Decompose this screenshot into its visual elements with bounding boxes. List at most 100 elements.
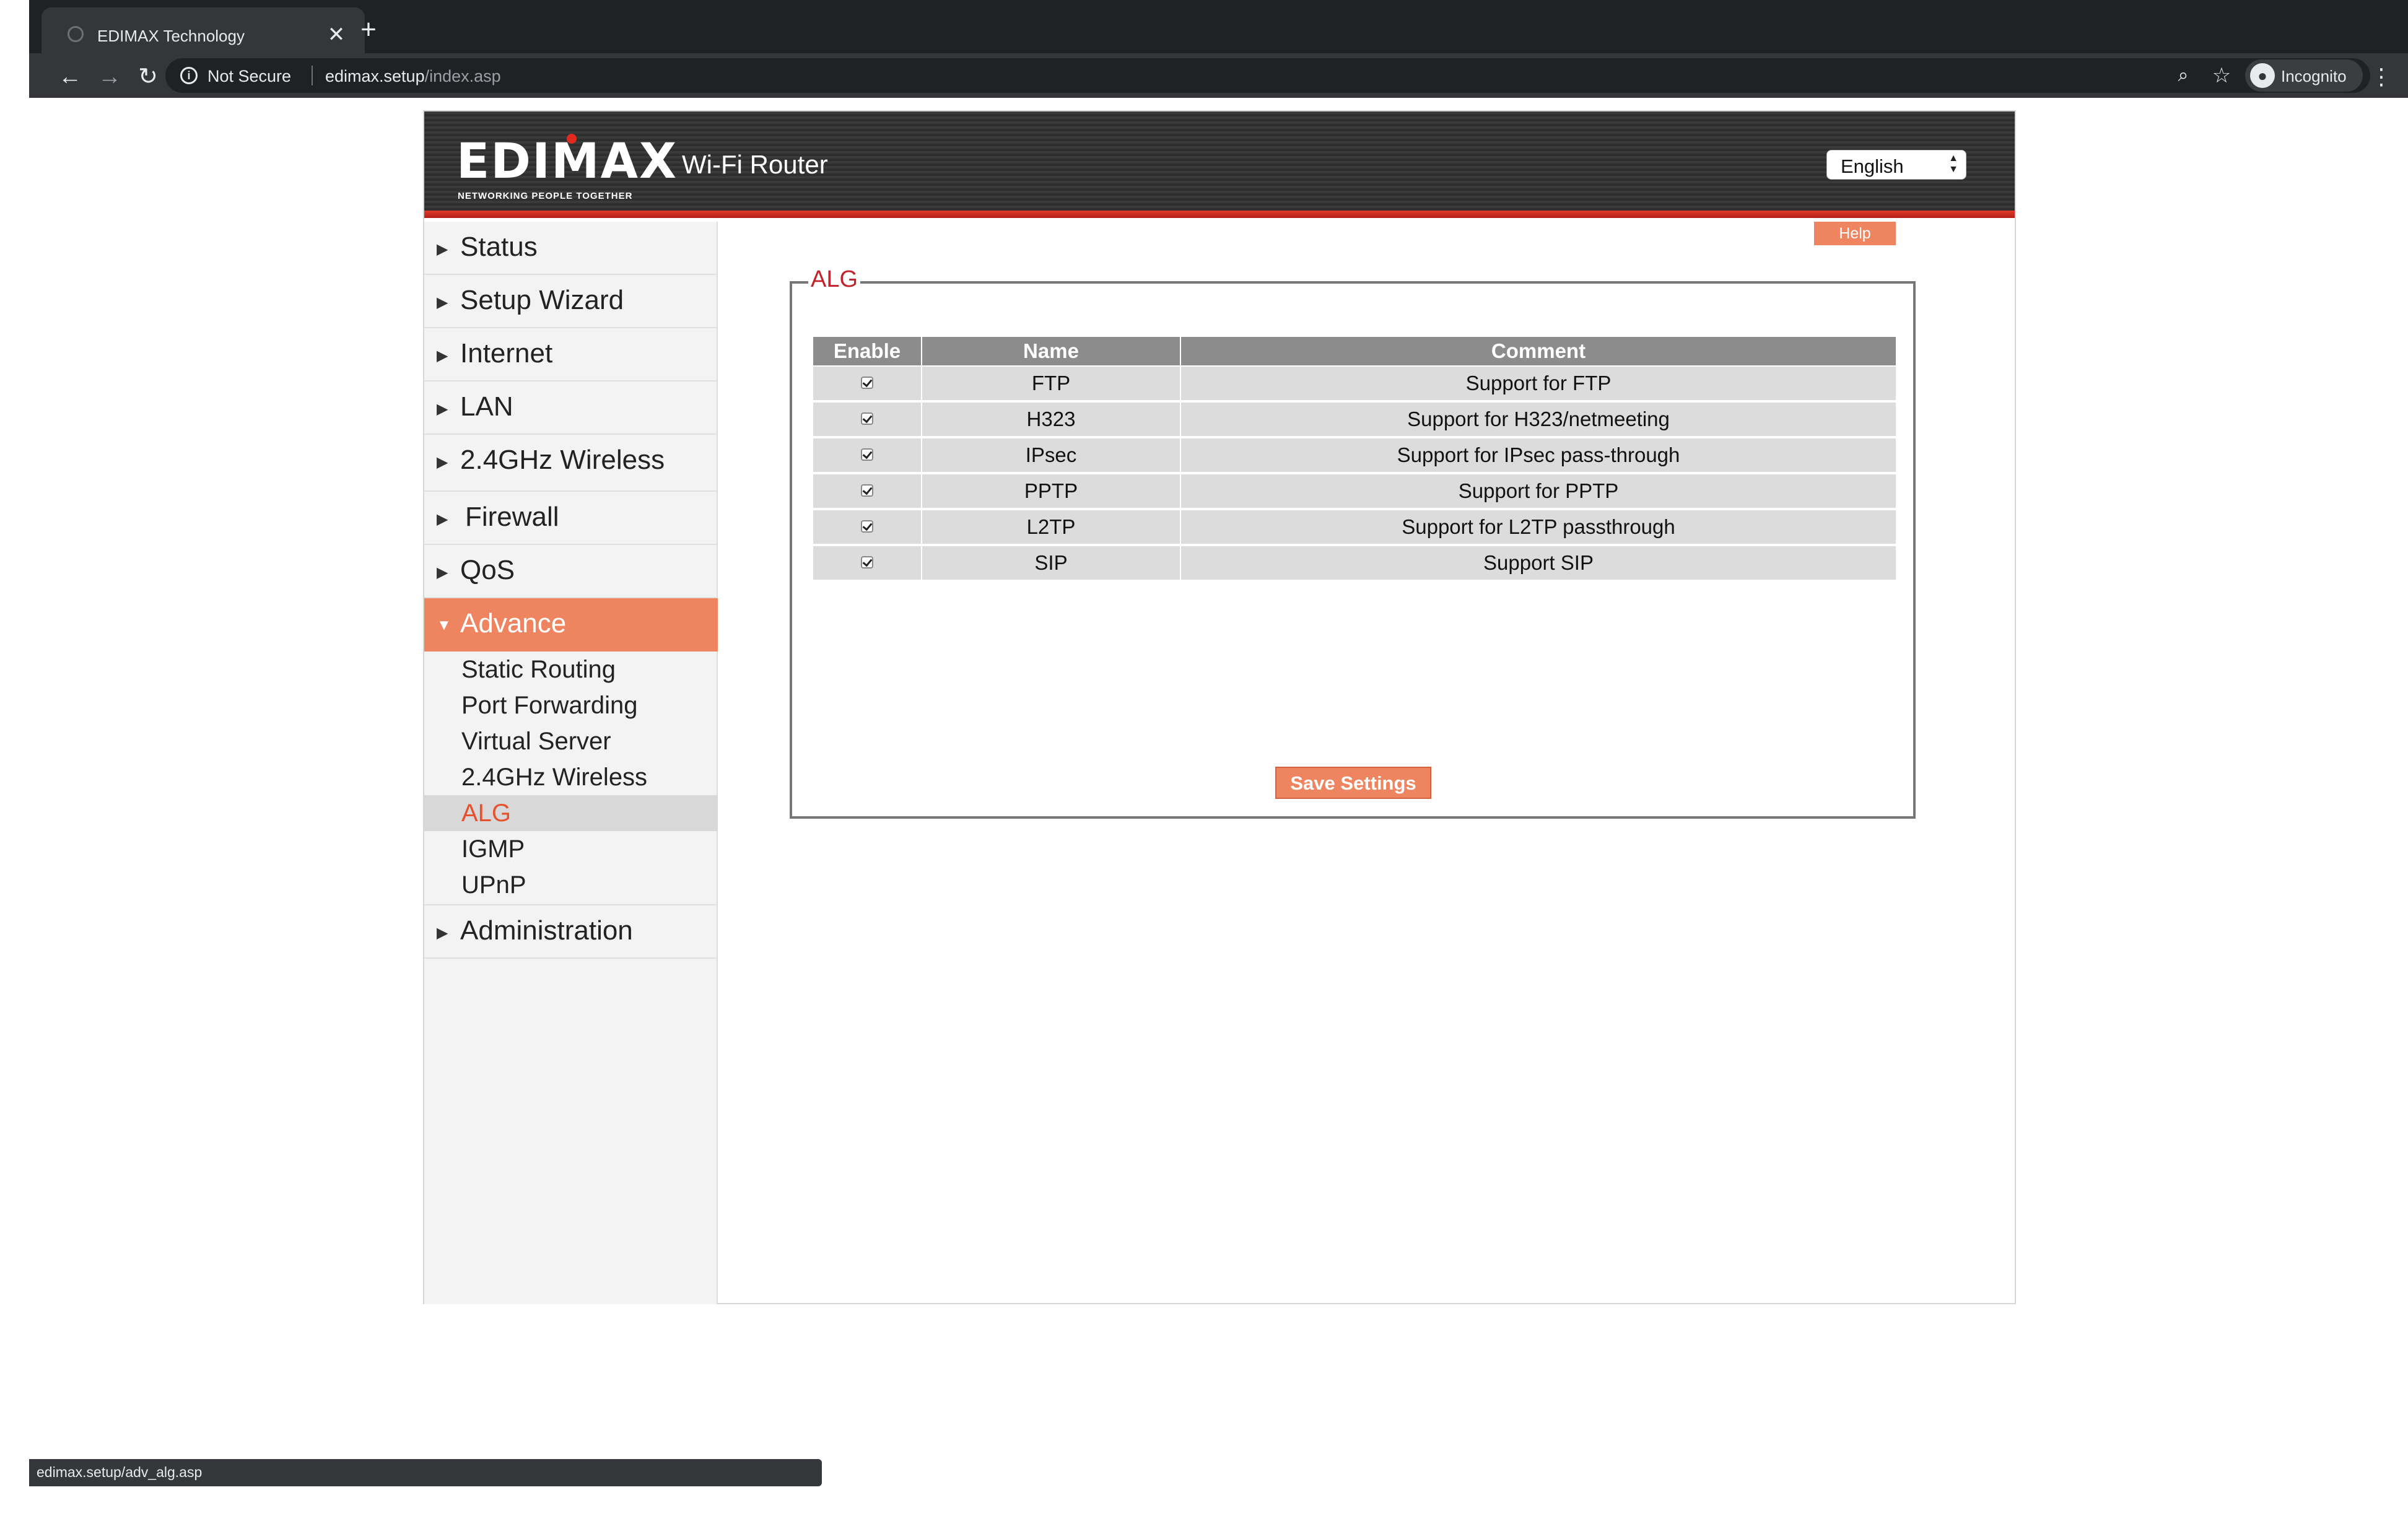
enable-cell [813, 438, 922, 473]
url-text[interactable]: edimax.setup/index.asp [325, 67, 501, 86]
reload-button[interactable]: ↻ [131, 59, 165, 94]
sidebar-item-status[interactable]: ▶ Status [424, 222, 718, 275]
sidebar-subitem-label: ALG [461, 800, 512, 827]
incognito-icon: ● [2250, 63, 2275, 88]
sidebar-item-label: Setup Wizard [460, 285, 624, 315]
tab-title: EDIMAX Technology [97, 27, 245, 45]
enable-checkbox[interactable] [861, 520, 873, 533]
language-select[interactable]: English ▲ ▼ [1826, 150, 1966, 180]
table-row: SIP Support SIP [813, 546, 1896, 582]
triangle-right-icon: ▶ [437, 925, 448, 941]
sidebar-subitem-label: Virtual Server [461, 728, 611, 755]
sidebar-item-label: Status [460, 232, 538, 262]
help-button[interactable]: Help [1814, 222, 1896, 245]
sidebar-subitem-label: UPnP [461, 871, 526, 899]
sidebar-subitem-virtual-server[interactable]: Virtual Server [424, 723, 718, 759]
enable-cell [813, 546, 922, 581]
logo-text: EDIMAX [456, 134, 678, 190]
sidebar-subitem-port-forwarding[interactable]: Port Forwarding [424, 687, 718, 723]
logo-tagline: NETWORKING PEOPLE TOGETHER [458, 191, 633, 201]
table-row: PPTP Support for PPTP [813, 474, 1896, 510]
edimax-logo: EDIMAX NETWORKING PEOPLE TOGETHER [456, 134, 676, 208]
new-tab-button[interactable]: + [350, 12, 387, 50]
product-title: Wi-Fi Router [682, 150, 828, 179]
browser-status-bar: edimax.setup/adv_alg.asp [29, 1459, 822, 1486]
table-row: H323 Support for H323/netmeeting [813, 403, 1896, 438]
name-cell: PPTP [922, 474, 1181, 509]
save-settings-button[interactable]: Save Settings [1275, 767, 1431, 799]
name-cell: FTP [922, 367, 1181, 401]
sidebar-item-label: QoS [460, 555, 515, 585]
comment-cell: Support SIP [1181, 546, 1896, 581]
address-bar[interactable]: i Not Secure edimax.setup/index.asp ⌕ ☆ … [165, 58, 2370, 93]
security-label[interactable]: Not Secure [207, 67, 291, 86]
enable-checkbox[interactable] [861, 412, 873, 425]
column-header-comment: Comment [1181, 337, 1896, 367]
back-button[interactable]: ← [53, 59, 87, 94]
sidebar-item-advance[interactable]: ▼ Advance [424, 598, 718, 652]
sidebar-subitem-label: IGMP [461, 835, 525, 863]
sidebar-item-label: Administration [460, 915, 633, 946]
forward-button[interactable]: → [92, 59, 127, 94]
triangle-right-icon: ▶ [437, 294, 448, 311]
sidebar-item-label: Firewall [465, 502, 559, 532]
triangle-right-icon: ▶ [437, 454, 448, 471]
enable-cell [813, 367, 922, 401]
browser-chrome: EDIMAX Technology ✕ + ← → ↻ i Not Secure… [29, 0, 2408, 98]
header-accent-line [424, 211, 2015, 218]
select-arrows-icon: ▲ ▼ [1948, 153, 1958, 175]
logo-dot [567, 134, 577, 144]
enable-cell [813, 474, 922, 509]
browser-tab[interactable]: EDIMAX Technology ✕ [41, 7, 365, 53]
sidebar-subitem-igmp[interactable]: IGMP [424, 831, 718, 867]
sidebar-subitem-label: Port Forwarding [461, 692, 638, 719]
name-cell: SIP [922, 546, 1181, 581]
sidebar-item-label: Internet [460, 338, 553, 368]
bookmark-star-icon[interactable]: ☆ [2210, 64, 2233, 87]
triangle-right-icon: ▶ [437, 347, 448, 364]
router-page: EDIMAX NETWORKING PEOPLE TOGETHER Wi-Fi … [423, 110, 2016, 1304]
sidebar-item-setup-wizard[interactable]: ▶ Setup Wizard [424, 275, 718, 328]
sidebar-subitem-static-routing[interactable]: Static Routing [424, 652, 718, 687]
url-path: /index.asp [424, 67, 501, 85]
table-row: IPsec Support for IPsec pass-through [813, 438, 1896, 474]
sidebar-item-qos[interactable]: ▶ QoS [424, 545, 718, 598]
browser-menu-icon[interactable]: ⋮ [2369, 59, 2394, 94]
sidebar-item-administration[interactable]: ▶ Administration [424, 905, 718, 959]
alg-table: Enable Name Comment FTP Support for FTP … [813, 337, 1896, 582]
incognito-badge[interactable]: ● Incognito [2245, 59, 2363, 92]
sidebar-item-lan[interactable]: ▶ LAN [424, 381, 718, 435]
sidebar-subitem-upnp[interactable]: UPnP [424, 867, 718, 905]
enable-checkbox[interactable] [861, 484, 873, 497]
enable-checkbox[interactable] [861, 377, 873, 390]
sidebar-item-wireless[interactable]: ▶ 2.4GHz Wireless [424, 435, 718, 492]
status-url: edimax.setup/adv_alg.asp [37, 1464, 203, 1480]
triangle-down-icon: ▼ [437, 617, 452, 634]
triangle-right-icon: ▶ [437, 241, 448, 258]
name-cell: L2TP [922, 510, 1181, 545]
table-header-row: Enable Name Comment [813, 337, 1896, 367]
zoom-icon[interactable]: ⌕ [2172, 64, 2194, 87]
table-row: L2TP Support for L2TP passthrough [813, 510, 1896, 546]
enable-checkbox[interactable] [861, 556, 873, 569]
comment-cell: Support for L2TP passthrough [1181, 510, 1896, 545]
sidebar-item-internet[interactable]: ▶ Internet [424, 328, 718, 381]
page-header: EDIMAX NETWORKING PEOPLE TOGETHER Wi-Fi … [424, 111, 2015, 218]
url-host: edimax.setup [325, 67, 425, 85]
alg-fieldset: ALG Enable Name Comment FTP Support for … [790, 266, 1916, 819]
column-header-name: Name [922, 337, 1181, 367]
sidebar-item-firewall[interactable]: ▶ Firewall [424, 492, 718, 545]
sidebar-subitem-label: Static Routing [461, 656, 616, 683]
sidebar-item-label: 2.4GHz Wireless [460, 445, 665, 475]
section-title: ALG [808, 266, 861, 293]
comment-cell: Support for PPTP [1181, 474, 1896, 509]
info-icon[interactable]: i [180, 67, 198, 84]
close-tab-icon[interactable]: ✕ [321, 20, 351, 50]
sidebar-subitem-alg[interactable]: ALG [424, 795, 718, 831]
tab-strip: EDIMAX Technology ✕ + [29, 0, 2408, 53]
sidebar-item-label: Advance [460, 608, 567, 638]
comment-cell: Support for H323/netmeeting [1181, 403, 1896, 437]
enable-checkbox[interactable] [861, 448, 873, 461]
sidebar-subitem-wireless[interactable]: 2.4GHz Wireless [424, 759, 718, 795]
sidebar-subitem-label: 2.4GHz Wireless [461, 764, 648, 791]
